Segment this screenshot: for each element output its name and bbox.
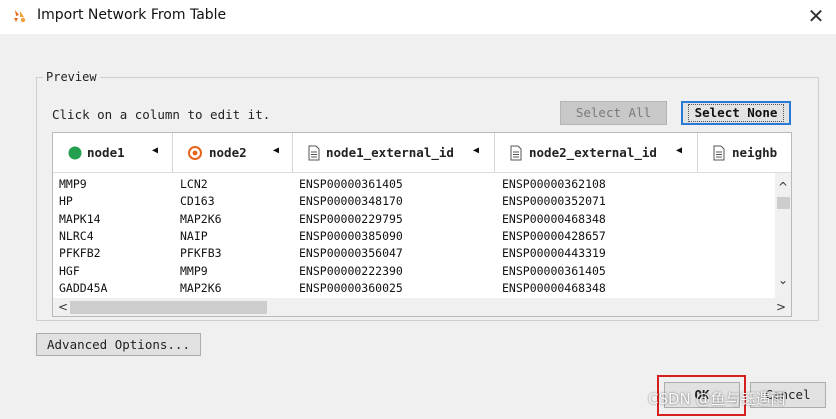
table-cell: CD163 — [180, 194, 215, 209]
advanced-options-label: Advanced Options... — [47, 337, 190, 352]
preview-hint: Click on a column to edit it. — [52, 107, 271, 122]
table-cell: ENSP00000468348 — [502, 280, 606, 295]
table-cell: ENSP00000348170 — [299, 194, 403, 209]
table-cell: ENSP00000385090 — [299, 228, 403, 243]
select-none-button[interactable]: Select None — [681, 101, 791, 125]
target-node-icon — [188, 146, 202, 160]
scroll-right-icon[interactable]: > — [776, 300, 786, 314]
window-title: Import Network From Table — [37, 7, 227, 23]
table-cell: ENSP00000361405 — [299, 177, 403, 191]
scroll-down-icon[interactable]: ⌄ — [778, 273, 788, 287]
table-row[interactable]: HGF MMP9 ENSP00000222390 ENSP00000361405 — [53, 264, 775, 281]
table-cell: HP — [59, 194, 73, 209]
table-cell: ENSP00000468348 — [502, 211, 606, 226]
table-row[interactable]: MMP9 LCN2 ENSP00000361405 ENSP0000036210… — [53, 177, 775, 194]
table-cell: PFKFB3 — [180, 246, 222, 261]
preview-panel: Preview Click on a column to edit it. Se… — [36, 70, 819, 321]
column-menu-icon[interactable]: ◀ — [152, 145, 158, 156]
table-cell: NLRC4 — [59, 228, 94, 243]
table-row[interactable]: PFKFB2 PFKFB3 ENSP00000356047 ENSP000004… — [53, 246, 775, 263]
table-row[interactable]: HP CD163 ENSP00000348170 ENSP00000352071 — [53, 194, 775, 211]
table-cell: PFKFB2 — [59, 246, 101, 261]
column-header-node2[interactable]: node2 ◀ — [173, 133, 293, 173]
column-label: node2 — [209, 145, 247, 160]
document-icon — [510, 145, 522, 161]
watermark: CSDN @鱼与钰遇雨 — [648, 390, 786, 408]
column-label: node1_external_id — [326, 145, 454, 160]
source-node-icon — [68, 146, 82, 160]
column-menu-icon[interactable]: ◀ — [273, 145, 279, 156]
table-cell: ENSP00000222390 — [299, 263, 403, 278]
select-all-button[interactable]: Select All — [560, 101, 667, 125]
select-all-label: Select All — [575, 105, 652, 120]
table-cell: ENSP00000229795 — [299, 211, 403, 226]
column-header-node2-external-id[interactable]: node2_external_id ◀ — [495, 133, 698, 173]
table-cell: GADD45A — [59, 280, 108, 295]
table-cell: ENSP00000361405 — [502, 263, 606, 278]
table-cell: ENSP00000356047 — [299, 246, 403, 261]
table-header: node1 ◀ node2 ◀ node1_external_id ◀ node… — [53, 133, 791, 173]
table-cell: LCN2 — [180, 177, 208, 191]
close-button[interactable]: ✕ — [804, 5, 828, 29]
table-cell: MAP2K6 — [180, 280, 222, 295]
column-menu-icon[interactable]: ◀ — [473, 145, 479, 156]
table-row[interactable]: GADD45A MAP2K6 ENSP00000360025 ENSP00000… — [53, 281, 775, 298]
column-header-node1[interactable]: node1 ◀ — [53, 133, 173, 173]
table-cell: NAIP — [180, 228, 208, 243]
column-label: node2_external_id — [529, 145, 657, 160]
column-menu-icon[interactable]: ◀ — [676, 145, 682, 156]
table-cell: MMP9 — [59, 177, 87, 191]
table-row[interactable]: MAPK14 MAP2K6 ENSP00000229795 ENSP000004… — [53, 212, 775, 229]
table-cell: ENSP00000428657 — [502, 228, 606, 243]
scroll-up-icon[interactable]: ^ — [778, 180, 788, 194]
table-body: MMP9 LCN2 ENSP00000361405 ENSP0000036210… — [53, 173, 775, 298]
table-cell: ENSP00000352071 — [502, 194, 606, 209]
column-label: neighb — [732, 145, 778, 160]
table-cell: ENSP00000443319 — [502, 246, 606, 261]
horizontal-scroll-thumb[interactable] — [70, 301, 267, 314]
close-icon: ✕ — [807, 4, 825, 28]
preview-legend: Preview — [43, 70, 100, 84]
select-none-label: Select None — [687, 104, 785, 122]
table-cell: HGF — [59, 263, 80, 278]
column-header-node1-external-id[interactable]: node1_external_id ◀ — [293, 133, 495, 173]
horizontal-scrollbar[interactable]: < > — [53, 298, 791, 316]
app-icon — [14, 10, 26, 23]
column-header-neighb[interactable]: neighb — [698, 133, 791, 173]
column-label: node1 — [87, 145, 125, 160]
table-cell: MAP2K6 — [180, 211, 222, 226]
preview-table: node1 ◀ node2 ◀ node1_external_id ◀ node… — [52, 132, 792, 317]
vertical-scrollbar[interactable]: ^ ⌄ — [775, 173, 791, 298]
table-cell: ENSP00000362108 — [502, 177, 606, 191]
table-cell: ENSP00000360025 — [299, 280, 403, 295]
document-icon — [713, 145, 725, 161]
scroll-left-icon[interactable]: < — [58, 300, 68, 314]
advanced-options-button[interactable]: Advanced Options... — [36, 333, 201, 356]
table-row[interactable]: NLRC4 NAIP ENSP00000385090 ENSP000004286… — [53, 229, 775, 246]
vertical-scroll-thumb[interactable] — [777, 197, 790, 209]
title-bar: Import Network From Table ✕ — [0, 0, 836, 34]
table-cell: MAPK14 — [59, 211, 101, 226]
document-icon — [308, 145, 320, 161]
table-cell: MMP9 — [180, 263, 208, 278]
